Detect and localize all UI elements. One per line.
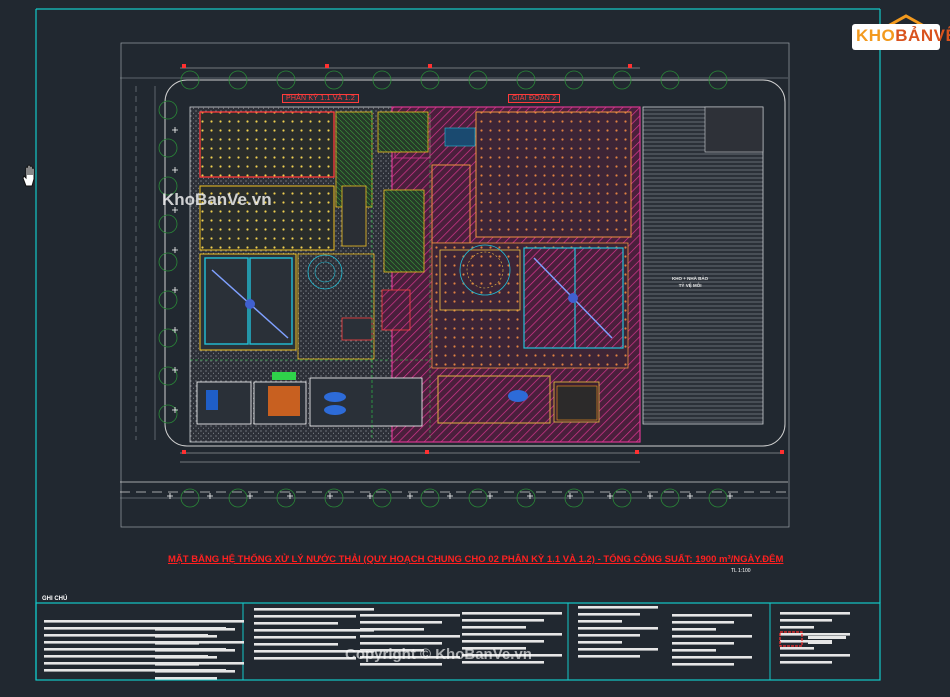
note-text-line — [462, 612, 562, 615]
note-text-line — [672, 642, 734, 645]
note-text-line — [672, 663, 734, 666]
note-text-line — [44, 641, 244, 644]
note-text-line — [360, 663, 442, 666]
note-text-line — [780, 633, 850, 636]
warehouse-label: KHO + NHÀ BẢO TỶ VỆ MÔI — [672, 275, 708, 289]
street-light-icon — [172, 327, 178, 333]
notes-title: GHI CHÚ — [42, 596, 68, 602]
note-text-line — [578, 648, 658, 651]
note-text-line — [462, 640, 544, 643]
note-text-line — [672, 614, 752, 617]
logo-text-banve: BẢNVẼ — [895, 26, 950, 45]
note-text-line — [672, 635, 752, 638]
note-text-line — [155, 663, 199, 666]
note-text-line — [672, 656, 752, 659]
warehouse-label-line1: KHO + NHÀ BẢO — [672, 276, 709, 281]
tree-icon — [158, 100, 178, 120]
note-text-line — [578, 641, 622, 644]
note-text-line — [254, 622, 338, 625]
note-text-line — [254, 608, 374, 611]
note-text-line — [578, 627, 658, 630]
tree-icon — [158, 328, 178, 348]
warehouse-label-line2: TỶ VỆ MÔI — [678, 283, 702, 288]
street-light-icon — [172, 367, 178, 373]
note-text-line — [462, 626, 526, 629]
note-text-line — [254, 643, 338, 646]
note-text-line — [780, 626, 814, 629]
note-text-line — [360, 614, 460, 617]
copyright-watermark: Copyright © KhoBanVe.vn — [345, 646, 532, 663]
note-text-line — [672, 649, 716, 652]
note-text-line — [155, 677, 217, 680]
note-text-line — [44, 620, 244, 623]
note-text-line — [360, 621, 442, 624]
note-text-line — [462, 619, 544, 622]
note-text-line — [578, 620, 622, 623]
street-light-icon — [172, 127, 178, 133]
note-text-line — [780, 619, 832, 622]
logo-text-kho: KHO — [856, 26, 896, 45]
note-text-line — [360, 628, 424, 631]
street-light-icon — [172, 167, 178, 173]
note-text-line — [360, 635, 460, 638]
note-text-line — [44, 662, 244, 665]
tree-icon — [158, 404, 178, 424]
note-text-line — [254, 615, 356, 618]
phase-2-label: GIAI ĐOẠN 2 — [508, 94, 561, 103]
drawing-title: MẶT BẰNG HỆ THỐNG XỬ LÝ NƯỚC THẢI (QUY H… — [168, 554, 784, 565]
note-text-line — [155, 656, 217, 659]
note-text-line — [780, 612, 850, 615]
note-text-line — [155, 649, 235, 652]
note-text-line — [254, 629, 374, 632]
note-text-line — [578, 613, 640, 616]
hand-cursor-icon — [22, 164, 35, 187]
note-text-line — [672, 628, 716, 631]
street-light-icon — [172, 247, 178, 253]
note-text-line — [672, 621, 734, 624]
tree-icon — [158, 252, 178, 272]
note-text-line — [578, 655, 640, 658]
watermark-overlay: KhoBanVe.vn — [162, 190, 272, 209]
drawing-scale: TL 1:100 — [731, 568, 751, 574]
note-text-line — [155, 642, 199, 645]
note-text-line — [578, 634, 640, 637]
note-text-line — [780, 647, 814, 650]
note-text-line — [254, 636, 356, 639]
tree-icon — [158, 290, 178, 310]
note-text-line — [155, 628, 235, 631]
tree-icon — [158, 138, 178, 158]
note-text-line — [360, 642, 442, 645]
note-text-line — [254, 657, 356, 660]
note-text-line — [155, 670, 235, 673]
phase-1-label: PHÂN KỲ 1.1 VÀ 1.2 — [282, 94, 359, 103]
note-text-line — [462, 633, 562, 636]
note-text-line — [780, 661, 832, 664]
note-text-line — [155, 635, 217, 638]
logo-text: KHOBẢNVẼ — [856, 26, 950, 46]
tree-icon — [158, 214, 178, 234]
note-text-line — [780, 654, 850, 657]
cad-drawing-canvas[interactable]: PHÂN KỲ 1.1 VÀ 1.2 GIAI ĐOẠN 2 KHO + NHÀ… — [0, 0, 950, 692]
site-plan-svg — [35, 8, 881, 681]
note-text-line — [578, 606, 658, 609]
